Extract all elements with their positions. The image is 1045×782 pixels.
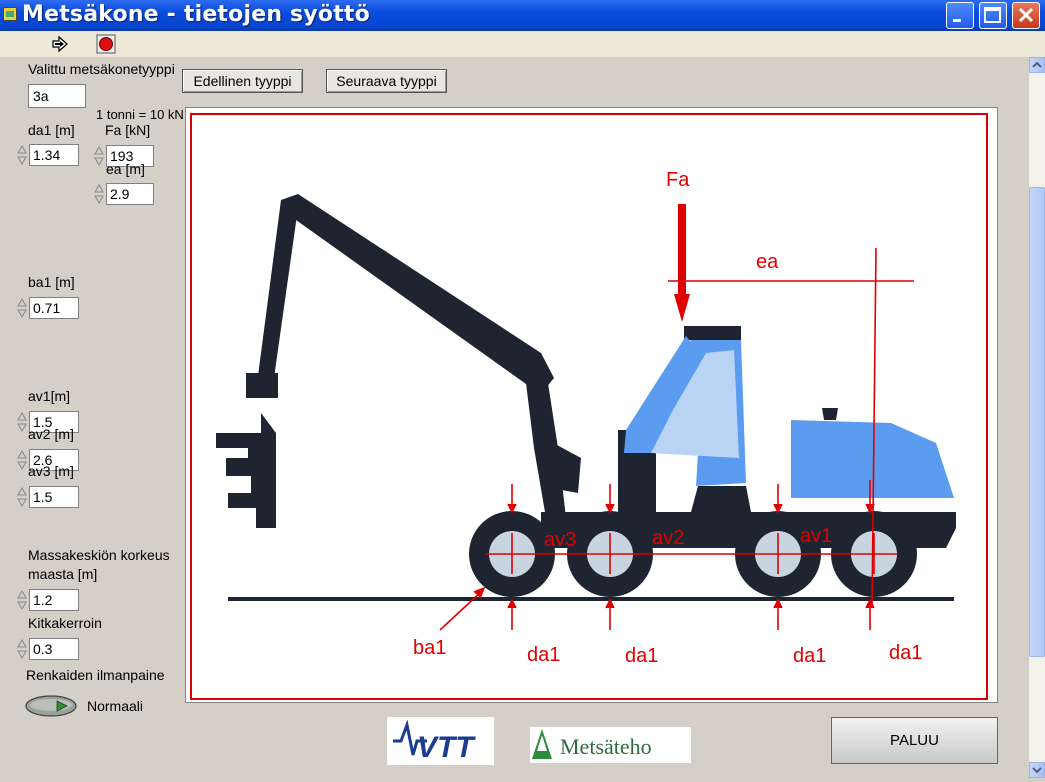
av2-label: av2 [m] xyxy=(28,426,74,442)
ba1-control: 0.71 xyxy=(17,297,81,319)
av3-diagram-label: av3 xyxy=(544,529,576,551)
friction-label: Kitkakerroin xyxy=(28,615,102,631)
vtt-logo: VTT xyxy=(387,717,494,765)
ea-diagram-label: ea xyxy=(756,251,779,273)
title-bar[interactable]: Metsäkone - tietojen syöttö xyxy=(0,0,1045,31)
maximize-icon xyxy=(984,7,1001,23)
metsateho-logo: Metsäteho xyxy=(530,727,691,763)
av3-control: 1.5 xyxy=(17,486,81,508)
cg-height-control: 1.2 xyxy=(17,589,81,611)
maximize-button[interactable] xyxy=(979,2,1007,29)
previous-type-button[interactable]: Edellinen tyyppi xyxy=(182,69,303,93)
toolbar xyxy=(0,31,1045,58)
da1-diagram-label: da1 xyxy=(527,644,560,666)
forest-machine-diagram: Fa ea av3 av2 av1 ba1 da1 da1 da1 da1 xyxy=(190,113,988,700)
run-arrow-icon[interactable] xyxy=(50,34,70,54)
cg-height-label-line2: maasta [m] xyxy=(28,566,98,582)
chevron-up-icon xyxy=(1032,61,1042,68)
diagram-panel: Fa ea av3 av2 av1 ba1 da1 da1 da1 da1 xyxy=(185,107,998,703)
spin-arrows-icon[interactable] xyxy=(17,411,27,433)
tyre-pressure-value: Normaali xyxy=(87,698,144,714)
minimize-icon xyxy=(953,19,961,22)
friction-control: 0.3 xyxy=(17,638,81,660)
av1-label: av1[m] xyxy=(28,388,71,404)
main-content: Valittu metsäkonetyyppi 3a Edellinen tyy… xyxy=(0,57,1029,778)
metsateho-logo-mark: Metsäteho xyxy=(532,729,652,759)
fa-diagram-label: Fa xyxy=(666,169,690,191)
fa-force-arrow xyxy=(674,204,690,322)
metsateho-logo-text: Metsäteho xyxy=(560,734,652,759)
ea-control: 2.9 xyxy=(94,183,158,205)
spin-arrows-icon[interactable] xyxy=(94,145,104,167)
cg-height-label-line1: Massakeskiön korkeus xyxy=(28,547,170,563)
cg-height-input[interactable]: 1.2 xyxy=(29,589,79,611)
app-icon xyxy=(3,7,17,21)
machine-type-field[interactable]: 3a xyxy=(28,84,86,108)
scroll-up-button[interactable] xyxy=(1029,57,1045,73)
av2-diagram-label: av2 xyxy=(652,527,684,549)
spin-arrows-icon[interactable] xyxy=(17,449,27,471)
spin-arrows-icon[interactable] xyxy=(17,589,27,611)
spin-arrows-icon[interactable] xyxy=(17,486,27,508)
close-button[interactable] xyxy=(1012,2,1040,29)
machine-type-label: Valittu metsäkonetyyppi xyxy=(28,61,175,77)
da1-diagram-label: da1 xyxy=(889,642,922,664)
fa-label: Fa [kN] xyxy=(105,122,151,138)
stop-icon[interactable] xyxy=(96,34,116,54)
tyre-pressure-toggle[interactable] xyxy=(25,695,77,717)
ea-input[interactable]: 2.9 xyxy=(106,183,154,205)
da1-control: 1.34 xyxy=(17,144,81,166)
vtt-logo-mark: VTT xyxy=(393,719,476,764)
ba1-label: ba1 [m] xyxy=(28,274,75,290)
av3-input[interactable]: 1.5 xyxy=(29,486,79,508)
vtt-logo-text: VTT xyxy=(417,731,476,764)
next-type-button[interactable]: Seuraava tyyppi xyxy=(326,69,447,93)
close-icon xyxy=(1018,7,1034,23)
window-title: Metsäkone - tietojen syöttö xyxy=(22,2,370,27)
ton-conversion-note: 1 tonni = 10 kN xyxy=(96,107,184,122)
vertical-scrollbar[interactable] xyxy=(1029,57,1045,778)
spin-arrows-icon[interactable] xyxy=(94,183,104,205)
tyre-pressure-label: Renkaiden ilmanpaine xyxy=(26,667,165,683)
av1-diagram-label: av1 xyxy=(800,525,832,547)
ba1-diagram-label: ba1 xyxy=(413,637,446,659)
ea-label: ea [m] xyxy=(106,161,145,177)
spin-arrows-icon[interactable] xyxy=(17,638,27,660)
ba1-input[interactable]: 0.71 xyxy=(29,297,79,319)
spin-arrows-icon[interactable] xyxy=(17,297,27,319)
back-button[interactable]: PALUU xyxy=(831,717,998,764)
chevron-down-icon xyxy=(1032,767,1042,774)
spin-arrows-icon[interactable] xyxy=(17,144,27,166)
da1-diagram-label: da1 xyxy=(793,645,826,667)
da1-label: da1 [m] xyxy=(28,122,75,138)
crane-arm xyxy=(216,194,581,528)
av3-label: av3 [m] xyxy=(28,463,74,479)
scroll-thumb[interactable] xyxy=(1029,187,1045,657)
da1-input[interactable]: 1.34 xyxy=(29,144,79,166)
da1-diagram-label: da1 xyxy=(625,645,658,667)
scroll-down-button[interactable] xyxy=(1029,762,1045,778)
friction-input[interactable]: 0.3 xyxy=(29,638,79,660)
minimize-button[interactable] xyxy=(946,2,974,29)
